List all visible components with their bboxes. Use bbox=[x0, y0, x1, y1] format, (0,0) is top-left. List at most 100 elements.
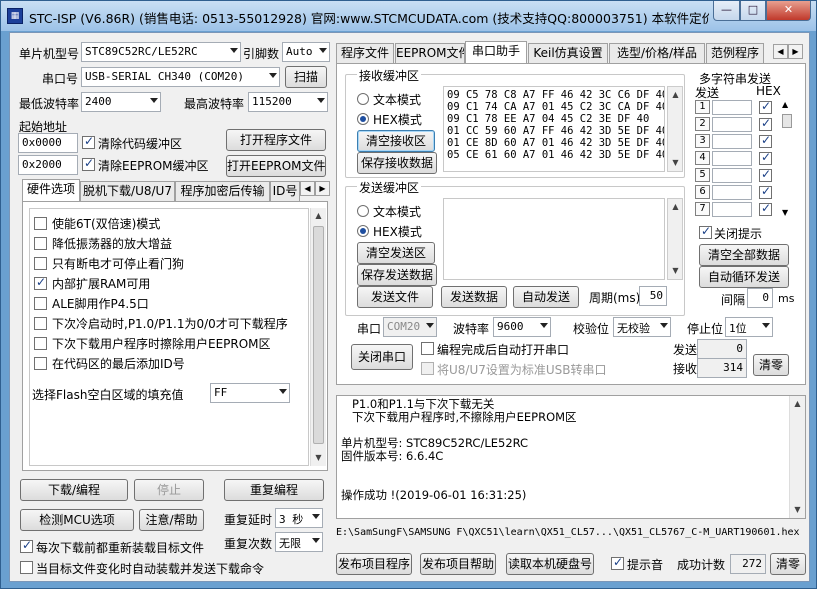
recv-textarea[interactable]: 09 C5 78 C8 A7 FF 46 42 3C C6 DF 40 09 C1… bbox=[443, 86, 665, 172]
check-mcu-button[interactable]: 检测MCU选项 bbox=[20, 509, 134, 531]
scroll-down-icon[interactable]: ▼ bbox=[668, 263, 683, 279]
repeat-delay-select[interactable]: 3 秒 bbox=[275, 508, 323, 528]
open-program-button[interactable]: 打开程序文件 bbox=[226, 129, 326, 151]
multi-send-button[interactable]: 1 bbox=[695, 100, 710, 114]
clear-recv-button[interactable]: 清空接收区 bbox=[357, 130, 435, 152]
clear-code-checkbox[interactable] bbox=[82, 134, 95, 149]
serial-port-select[interactable]: COM20 bbox=[383, 317, 437, 337]
log-output[interactable]: P1.0和P1.1与下次下载无关 下次下载用户程序时,不擦除用户EEPROM区单… bbox=[336, 395, 806, 519]
multi-hex-checkbox[interactable] bbox=[759, 150, 772, 165]
multi-hex-checkbox[interactable] bbox=[759, 133, 772, 148]
mcu-select[interactable]: STC89C52RC/LE52RC bbox=[81, 42, 241, 62]
open-eeprom-button[interactable]: 打开EEPROM文件 bbox=[226, 155, 326, 177]
auto-load-checkbox[interactable] bbox=[20, 561, 33, 574]
scroll-down-icon[interactable]: ▼ bbox=[790, 502, 805, 518]
multi-string-input[interactable] bbox=[712, 202, 752, 217]
min-baud-select[interactable]: 2400 bbox=[81, 92, 161, 112]
clear-count-button[interactable]: 清零 bbox=[753, 354, 789, 376]
tab-scroll-left-icon[interactable]: ◀ bbox=[300, 181, 315, 196]
multi-hex-checkbox[interactable] bbox=[759, 116, 772, 131]
addr2-input[interactable]: 0x2000 bbox=[18, 155, 78, 175]
tab-serial-assistant[interactable]: 串口助手 bbox=[465, 41, 527, 63]
option-checkbox[interactable] bbox=[34, 357, 47, 370]
multi-send-button[interactable]: 6 bbox=[695, 185, 710, 199]
usb-checkbox[interactable] bbox=[421, 362, 434, 375]
option-checkbox[interactable] bbox=[34, 337, 47, 350]
scan-button[interactable]: 扫描 bbox=[285, 66, 327, 88]
tab-offline[interactable]: 脱机下载/U8/U7 bbox=[80, 181, 175, 201]
clear-eeprom-checkbox[interactable] bbox=[82, 156, 95, 171]
save-recv-button[interactable]: 保存接收数据 bbox=[357, 152, 437, 174]
tab-keil[interactable]: Keil仿真设置 bbox=[528, 43, 608, 63]
clear-send-button[interactable]: 清空发送区 bbox=[357, 242, 435, 264]
port-select[interactable]: USB-SERIAL CH340 (COM20) bbox=[81, 67, 280, 87]
close-port-button[interactable]: 关闭串口 bbox=[351, 344, 413, 370]
multi-string-input[interactable] bbox=[712, 151, 752, 166]
close-hint-checkbox[interactable] bbox=[699, 224, 712, 239]
option-checkbox[interactable] bbox=[34, 237, 47, 250]
repeat-count-select[interactable]: 无限 bbox=[275, 532, 323, 552]
multi-hex-checkbox[interactable] bbox=[759, 184, 772, 199]
auto-loop-button[interactable]: 自动循环发送 bbox=[699, 266, 789, 288]
multi-send-button[interactable]: 2 bbox=[695, 117, 710, 131]
scroll-up-icon[interactable]: ▲ bbox=[790, 396, 805, 412]
parity-select[interactable]: 无校验 bbox=[613, 317, 671, 337]
send-hex-radio[interactable] bbox=[357, 225, 369, 237]
multi-string-input[interactable] bbox=[712, 117, 752, 132]
multi-string-input[interactable] bbox=[712, 185, 752, 200]
multi-string-input[interactable] bbox=[712, 168, 752, 183]
log-scrollbar[interactable]: ▲ ▼ bbox=[789, 396, 805, 518]
option-checkbox[interactable] bbox=[34, 275, 47, 290]
period-input[interactable]: 50 bbox=[639, 286, 667, 306]
multi-hex-checkbox[interactable] bbox=[759, 201, 772, 216]
reprogram-button[interactable]: 重复编程 bbox=[224, 479, 324, 501]
minimize-button[interactable]: — bbox=[713, 1, 740, 21]
multi-send-button[interactable]: 7 bbox=[695, 202, 710, 216]
stop-button[interactable]: 停止 bbox=[134, 479, 204, 501]
send-text-radio[interactable] bbox=[357, 205, 369, 217]
send-file-button[interactable]: 发送文件 bbox=[357, 286, 433, 308]
tab-id[interactable]: ID号 bbox=[270, 181, 300, 201]
auto-open-checkbox[interactable] bbox=[421, 342, 434, 355]
multi-string-input[interactable] bbox=[712, 100, 752, 115]
scroll-up-icon[interactable]: ▲ bbox=[668, 87, 683, 103]
tab-scroll-right-icon[interactable]: ▶ bbox=[315, 181, 330, 196]
clear-success-button[interactable]: 清零 bbox=[770, 553, 806, 575]
multi-string-input[interactable] bbox=[712, 134, 752, 149]
stop-bits-select[interactable]: 1位 bbox=[725, 317, 773, 337]
scroll-down-icon[interactable]: ▼ bbox=[668, 155, 683, 171]
multi-scrollbar[interactable]: ▲ ▼ bbox=[782, 100, 792, 220]
clear-all-button[interactable]: 清空全部数据 bbox=[699, 244, 789, 266]
tab-program-file[interactable]: 程序文件 bbox=[336, 43, 394, 63]
multi-hex-checkbox[interactable] bbox=[759, 99, 772, 114]
multi-send-button[interactable]: 5 bbox=[695, 168, 710, 182]
auto-send-button[interactable]: 自动发送 bbox=[513, 286, 579, 308]
scroll-down-icon[interactable]: ▼ bbox=[782, 208, 788, 217]
publish-help-button[interactable]: 发布项目帮助 bbox=[420, 553, 496, 575]
recv-scrollbar[interactable]: ▲ ▼ bbox=[667, 86, 683, 172]
reload-checkbox[interactable] bbox=[20, 538, 33, 553]
recv-hex-radio[interactable] bbox=[357, 113, 369, 125]
recv-text-radio[interactable] bbox=[357, 93, 369, 105]
send-scrollbar[interactable]: ▲ ▼ bbox=[667, 198, 683, 280]
option-checkbox[interactable] bbox=[34, 217, 47, 230]
option-checkbox[interactable] bbox=[34, 297, 47, 310]
save-send-button[interactable]: 保存发送数据 bbox=[357, 264, 437, 286]
tab-scroll-right-icon[interactable]: ▶ bbox=[788, 44, 803, 59]
fill-select[interactable]: FF bbox=[210, 383, 290, 403]
scroll-thumb[interactable] bbox=[313, 226, 324, 444]
multi-hex-checkbox[interactable] bbox=[759, 167, 772, 182]
send-data-button[interactable]: 发送数据 bbox=[441, 286, 507, 308]
read-disk-button[interactable]: 读取本机硬盘号 bbox=[506, 553, 594, 575]
sound-checkbox[interactable] bbox=[611, 555, 624, 570]
tab-encrypt[interactable]: 程序加密后传输 bbox=[175, 181, 270, 201]
options-scrollbar[interactable]: ▲ ▼ bbox=[310, 208, 326, 466]
tab-examples[interactable]: 范例程序 bbox=[706, 43, 764, 63]
maximize-button[interactable]: □ bbox=[740, 1, 766, 21]
baud-select[interactable]: 9600 bbox=[493, 317, 551, 337]
title-bar[interactable]: ▦ STC-ISP (V6.86R) (销售电话: 0513-55012928)… bbox=[1, 1, 816, 31]
interval-input[interactable]: 0 bbox=[747, 288, 773, 308]
multi-send-button[interactable]: 3 bbox=[695, 134, 710, 148]
scroll-thumb[interactable] bbox=[782, 114, 792, 128]
tab-eeprom-file[interactable]: EEPROM文件 bbox=[395, 43, 465, 63]
